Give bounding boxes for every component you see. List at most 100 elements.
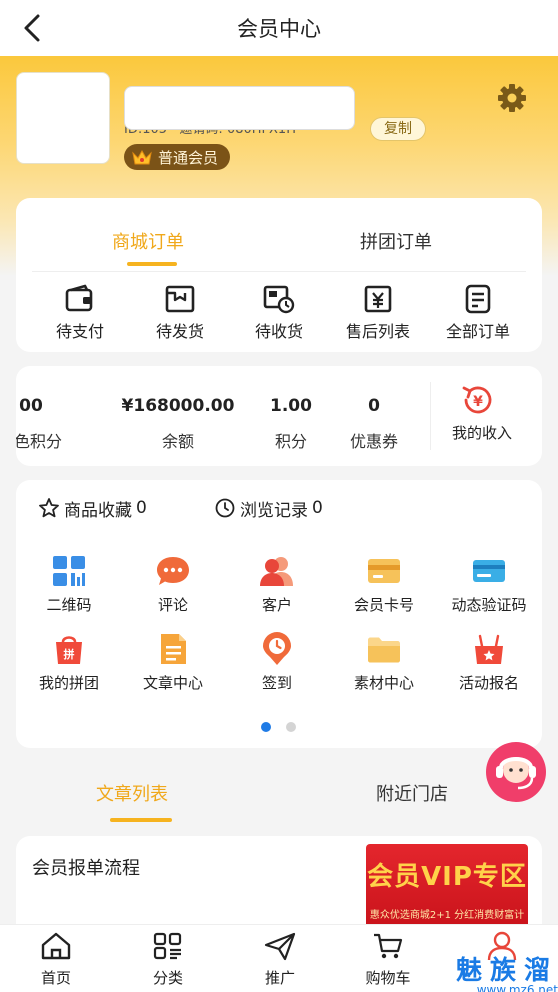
order-item-label: 待支付 — [55, 322, 104, 341]
qr-code-icon — [53, 556, 85, 586]
my-income-label[interactable]: 我的收入 — [440, 422, 524, 443]
category-icon — [153, 932, 182, 960]
order-pending-payment[interactable]: 待支付 — [32, 284, 128, 342]
truck-icon — [263, 285, 295, 314]
page-title: 会员中心 — [237, 17, 321, 41]
pager-dot-active[interactable] — [261, 722, 271, 732]
favorites-count: 0 — [136, 498, 147, 518]
tool-label: 签到 — [261, 674, 292, 692]
copy-button[interactable]: 复制 — [370, 117, 426, 141]
history-count: 0 — [312, 498, 323, 518]
tool-label: 文章中心 — [142, 674, 203, 692]
tool-article-center[interactable]: 文章中心 — [123, 632, 223, 693]
tool-label: 评论 — [157, 596, 188, 614]
avatar[interactable] — [16, 72, 110, 164]
clock-icon — [215, 498, 235, 518]
tool-label: 二维码 — [46, 596, 92, 614]
order-all[interactable]: 全部订单 — [430, 284, 526, 342]
tab-article-list[interactable]: 文章列表 — [96, 780, 168, 806]
order-item-label: 待发货 — [155, 322, 204, 341]
order-pending-shipment[interactable]: 待发货 — [132, 284, 228, 342]
tool-label: 动态验证码 — [451, 596, 527, 614]
checkin-icon — [263, 632, 291, 665]
tool-checkin[interactable]: 签到 — [227, 632, 327, 693]
order-after-sales[interactable]: 售后列表 — [330, 284, 426, 342]
order-item-label: 全部订单 — [445, 322, 510, 341]
divider — [32, 271, 526, 272]
wallet-label: 色积分 — [16, 432, 62, 451]
order-list-icon — [465, 284, 491, 314]
coupons-label: 优惠券 — [349, 432, 398, 451]
article-title: 会员报单流程 — [32, 858, 140, 879]
svg-text:¥: ¥ — [473, 394, 483, 410]
tool-label: 素材中心 — [353, 674, 414, 692]
tab-group-orders[interactable]: 拼团订单 — [360, 228, 432, 254]
home-icon — [41, 932, 71, 960]
pager-dot[interactable] — [286, 722, 296, 732]
banner-title: 会员VIP专区 — [367, 862, 527, 892]
order-pending-receipt[interactable]: 待收货 — [231, 284, 327, 342]
article-banner-image[interactable]: 会员VIP专区 惠众优选商城2+1 分红消费财富计划 — [366, 844, 528, 932]
tool-my-group[interactable]: 拼 我的拼团 — [19, 632, 119, 693]
package-icon — [165, 285, 195, 313]
bottom-nav-home[interactable]: 首页 — [16, 931, 96, 988]
member-level-badge: 普通会员 — [124, 144, 231, 170]
active-tab-indicator — [110, 818, 172, 822]
refund-icon — [364, 285, 392, 313]
order-item-label: 待收货 — [254, 322, 303, 341]
tool-member-card[interactable]: 会员卡号 — [334, 554, 434, 615]
tab-mall-orders[interactable]: 商城订单 — [112, 228, 184, 254]
orders-card: 商城订单 拼团订单 待支付 待发货 待收货 售后列表 全部订单 — [16, 198, 542, 352]
tool-label: 会员卡号 — [353, 596, 414, 614]
event-signup-icon — [475, 634, 503, 664]
watermark-url: www.mz6.net — [476, 983, 558, 992]
bottom-nav-promote[interactable]: 推广 — [240, 931, 320, 988]
tool-customers[interactable]: 客户 — [227, 554, 327, 615]
tool-comment[interactable]: 评论 — [123, 554, 223, 615]
comment-icon — [157, 557, 189, 585]
tool-dynamic-code[interactable]: 动态验证码 — [439, 554, 539, 615]
wallet-value[interactable]: 00 — [16, 396, 76, 416]
username-box — [124, 86, 355, 130]
history-link[interactable]: 浏览记录 0 — [214, 496, 323, 521]
tool-qr-code[interactable]: 二维码 — [19, 554, 119, 615]
verify-card-icon — [473, 560, 505, 582]
points-label: 积分 — [274, 432, 307, 451]
tool-event-signup[interactable]: 活动报名 — [439, 632, 539, 693]
member-card-icon — [368, 559, 400, 583]
points-value[interactable]: 1.00 — [254, 396, 328, 416]
bottom-nav-label: 分类 — [152, 969, 183, 987]
balance-value[interactable]: ¥168000.00 — [110, 396, 246, 416]
bottom-nav-label: 首页 — [40, 969, 71, 987]
folder-icon — [368, 637, 400, 663]
nav-bar: 会员中心 — [0, 0, 558, 56]
member-level-label: 普通会员 — [158, 148, 219, 167]
tab-nearby-stores[interactable]: 附近门店 — [376, 780, 448, 806]
bottom-nav-label: 推广 — [264, 969, 295, 987]
tool-material-center[interactable]: 素材中心 — [334, 632, 434, 693]
order-item-label: 售后列表 — [345, 322, 410, 341]
tool-label: 我的拼团 — [38, 674, 99, 692]
bottom-nav-category[interactable]: 分类 — [128, 931, 208, 988]
article-icon — [161, 634, 186, 664]
crown-icon — [132, 149, 152, 165]
history-label: 浏览记录 — [240, 500, 308, 521]
promote-icon — [264, 932, 296, 961]
svg-text:拼: 拼 — [64, 647, 75, 661]
divider — [430, 382, 431, 450]
wallet-card: 00 色积分 ¥168000.00 余额 1.00 积分 0 优惠券 ¥ 我的收… — [16, 366, 542, 466]
gear-icon[interactable] — [496, 82, 528, 114]
income-icon[interactable]: ¥ — [460, 382, 496, 418]
customer-service-icon[interactable] — [484, 740, 548, 804]
group-bag-icon: 拼 — [56, 636, 82, 664]
watermark-brand: 魅族溜 — [455, 956, 558, 986]
favorites-link[interactable]: 商品收藏 0 — [38, 496, 147, 521]
cart-icon — [374, 933, 403, 959]
balance-label: 余额 — [161, 432, 194, 451]
tool-label: 客户 — [261, 596, 292, 614]
tool-label: 活动报名 — [458, 674, 519, 692]
active-tab-indicator — [127, 262, 177, 266]
coupons-value[interactable]: 0 — [334, 396, 414, 416]
customers-icon — [260, 557, 293, 586]
wallet-icon — [65, 284, 93, 312]
